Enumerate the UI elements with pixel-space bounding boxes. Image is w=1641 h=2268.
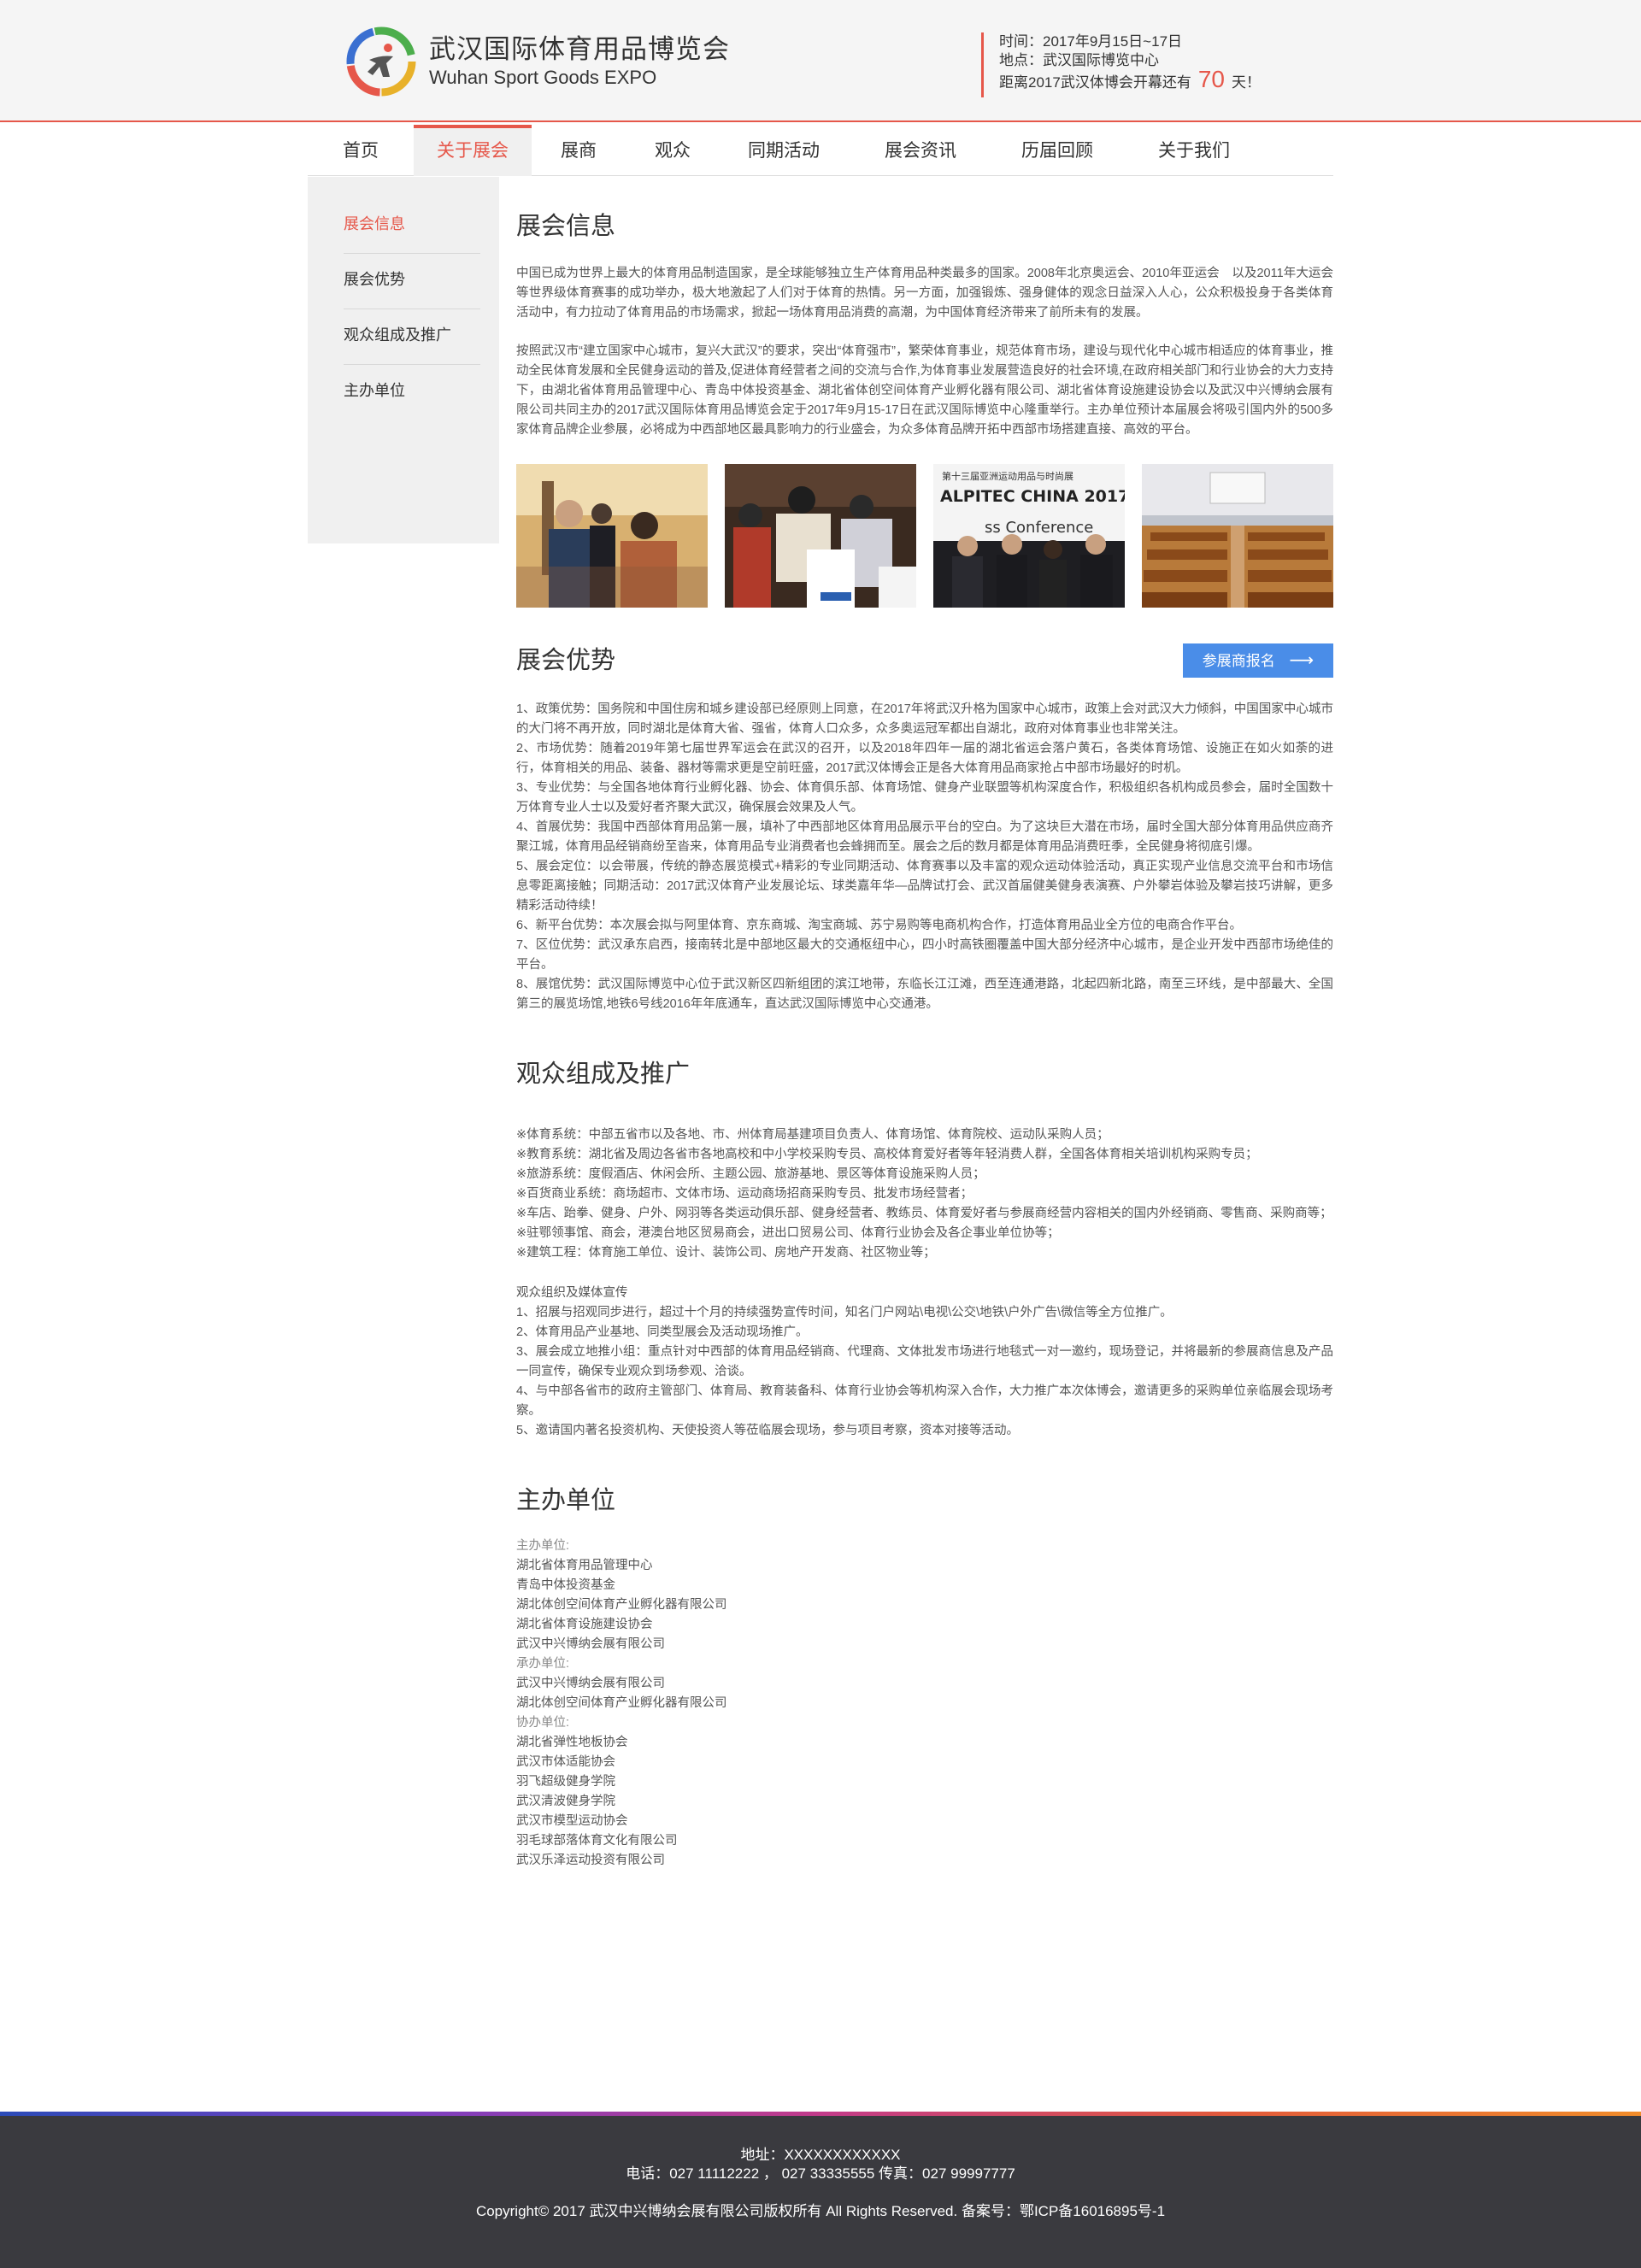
site-footer: 地址：XXXXXXXXXXXX 电话：027 11112222 ， 027 33… [0,2112,1641,2268]
nav-item-visitors[interactable]: 观众 [626,125,720,176]
advantage-item: 6、新平台优势：本次展会拟与阿里体育、京东商城、淘宝商城、苏宁易购等电商机构合作… [516,919,1243,932]
footer-phones: 电话：027 11112222 ， 027 33335555 传真：027 99… [626,2165,1015,2182]
sidebar-item-organizers[interactable]: 主办单位 [344,365,480,420]
nav-item-news[interactable]: 展会资讯 [848,125,993,176]
nav-item-about-us[interactable]: 关于我们 [1121,125,1267,176]
section-title-audience: 观众组成及推广 [516,1061,691,1088]
gallery-photo-2[interactable] [725,464,916,608]
organizers-list: 主办单位: 湖北省体育用品管理中心 青岛中体投资基金 湖北体创空间体育产业孵化器… [516,1536,1333,1871]
coorg-item: 武汉市模型运动协会 [516,1814,628,1828]
photo3-caption-2: ALPITEC CHINA 2017 [940,487,1125,506]
coorg-item: 武汉乐泽运动投资有限公司 [516,1854,665,1867]
promo-item: 2、体育用品产业基地、同类型展会及活动现场推广。 [516,1325,809,1339]
advantages-list: 1、政策优势：国务院和中国住房和城乡建设部已经原则上同意，在2017年将武汉升格… [516,700,1333,1014]
promo-item: 5、邀请国内著名投资机构、天使投资人等莅临展会现场，参与项目考察，资本对接等活动… [516,1424,1020,1437]
host-item: 湖北体创空间体育产业孵化器有限公司 [516,1598,727,1612]
advantage-item: 8、展馆优势：武汉国际博览中心位于武汉新区四新组团的滨江地带，东临长江江滩，西至… [516,978,1333,1011]
sidebar-item-expo-info[interactable]: 展会信息 [344,198,480,254]
coorg-label: 协办单位: [516,1716,570,1730]
logo-title-cn: 武汉国际体育用品博览会 [429,34,730,64]
coorg-item: 湖北省弹性地板协会 [516,1736,628,1749]
gallery-photo-1[interactable] [516,464,708,608]
audience-item: ※建筑工程：体育施工单位、设计、装饰公司、房地产开发商、社区物业等； [516,1246,936,1260]
host-item: 武汉中兴博纳会展有限公司 [516,1637,665,1651]
nav-item-history[interactable]: 历届回顾 [993,125,1121,176]
photo-gallery: 第十三届亚洲运动用品与时尚展 ALPITEC CHINA 2017 ss Con… [516,464,1333,608]
coorg-item: 武汉市体适能协会 [516,1755,615,1769]
logo-title-en: Wuhan Sport Goods EXPO [429,67,657,88]
promo-title: 观众组织及媒体宣传 [516,1286,628,1300]
audience-item: ※车店、跆拳、健身、户外、网羽等各类运动俱乐部、健身经营者、教练员、体育爱好者与… [516,1207,1332,1220]
promo-item: 1、招展与招观同步进行，超过十个月的持续强势宣传时间，知名门户网站\电视\公交\… [516,1306,1173,1319]
section-title-info: 展会信息 [516,213,616,240]
host-item: 湖北省体育用品管理中心 [516,1559,653,1572]
photo3-caption-3: ss Conference [985,519,1093,537]
event-time: 时间：2017年9月15日~17日 [999,33,1183,50]
sidebar-item-advantages[interactable]: 展会优势 [344,254,480,309]
nav-item-about-expo[interactable]: 关于展会 [414,125,532,176]
undertaker-item: 武汉中兴博纳会展有限公司 [516,1677,665,1690]
gallery-photo-4[interactable] [1142,464,1333,608]
audience-item: ※驻鄂领事馆、商会，港澳台地区贸易商会，进出口贸易公司、体育行业协会及各企事业单… [516,1226,1060,1240]
countdown-days: 70 [1197,66,1225,92]
logo-icon [345,26,417,97]
advantage-item: 2、市场优势：随着2019年第七届世界军运会在武汉的召开，以及2018年四年一届… [516,742,1333,775]
nav-item-home[interactable]: 首页 [308,125,414,176]
info-paragraph-2: 按照武汉市“建立国家中心城市，复兴大武汉”的要求，突出“体育强市”，繁荣体育事业… [516,344,1333,437]
promo-list: 1、招展与招观同步进行，超过十个月的持续强势宣传时间，知名门户网站\电视\公交\… [516,1303,1333,1441]
section-title-organizers: 主办单位 [516,1487,616,1514]
main-nav: 首页 关于展会 展商 观众 同期活动 展会资讯 历届回顾 关于我们 [308,125,1333,176]
host-item: 青岛中体投资基金 [516,1578,615,1592]
register-button-label: 参展商报名 [1202,653,1275,669]
audience-item: ※旅游系统：度假酒店、休闲会所、主题公园、旅游基地、景区等体育设施采购人员； [516,1167,985,1181]
audience-item: ※体育系统：中部五省市以及各地、市、州体育局基建项目负责人、体育场馆、体育院校、… [516,1128,1109,1142]
coorg-item: 羽飞超级健身学院 [516,1775,615,1789]
advantage-item: 1、政策优势：国务院和中国住房和城乡建设部已经原则上同意，在2017年将武汉升格… [516,702,1333,736]
nav-item-events[interactable]: 同期活动 [720,125,848,176]
event-countdown: 距离2017武汉体博会开幕还有 70 天！ [999,68,1261,92]
info-paragraph-1: 中国已成为世界上最大的体育用品制造国家，是全球能够独立生产体育用品种类最多的国家… [516,267,1333,320]
countdown-suffix: 天！ [1231,74,1261,91]
footer-copyright: Copyright© 2017 武汉中兴博纳会展有限公司版权所有 All Rig… [475,2203,1166,2219]
audience-list: ※体育系统：中部五省市以及各地、市、州体育局基建项目负责人、体育场馆、体育院校、… [516,1125,1333,1263]
host-item: 湖北省体育设施建设协会 [516,1618,653,1631]
nav-item-exhibitors[interactable]: 展商 [532,125,626,176]
coorg-item: 羽毛球部落体育文化有限公司 [516,1834,678,1848]
arrow-right-icon: ⟶ [1289,651,1315,670]
event-info: 时间：2017年9月15日~17日 地点：武汉国际博览中心 距离2017武汉体博… [981,32,1261,97]
countdown-prefix: 距离2017武汉体博会开幕还有 [999,74,1191,91]
host-label: 主办单位: [516,1539,570,1553]
gallery-photo-3[interactable]: 第十三届亚洲运动用品与时尚展 ALPITEC CHINA 2017 ss Con… [933,464,1125,608]
advantage-item: 5、展会定位：以会带展，传统的静态展览模式+精彩的专业同期活动、体育赛事以及丰富… [516,860,1333,913]
undertaker-item: 湖北体创空间体育产业孵化器有限公司 [516,1696,727,1710]
site-header: 武汉国际体育用品博览会 Wuhan Sport Goods EXPO 时间：20… [0,0,1641,122]
coorg-item: 武汉清波健身学院 [516,1795,615,1808]
advantage-item: 4、首展优势：我国中西部体育用品第一展，填补了中西部地区体育用品展示平台的空白。… [516,820,1333,854]
exhibitor-register-button[interactable]: 参展商报名 ⟶ [1183,643,1333,678]
undertake-label: 承办单位: [516,1657,570,1671]
photo3-caption-1: 第十三届亚洲运动用品与时尚展 [942,470,1073,482]
promo-item: 3、展会成立地推小组：重点针对中西部的体育用品经销商、代理商、文体批发市场进行地… [516,1345,1333,1378]
sidebar: 展会信息 展会优势 观众组成及推广 主办单位 [308,177,499,543]
audience-item: ※教育系统：湖北省及周边各省市各地高校和中小学校采购专员、高校体育爱好者等年轻消… [516,1148,1258,1161]
footer-gradient-bar [0,2112,1641,2116]
advantage-item: 7、区位优势：武汉承东启西，接南转北是中部地区最大的交通枢纽中心，四小时高铁圈覆… [516,938,1333,972]
promo-item: 4、与中部各省市的政府主管部门、体育局、教育装备科、体育行业协会等机构深入合作，… [516,1384,1333,1418]
site-logo[interactable]: 武汉国际体育用品博览会 Wuhan Sport Goods EXPO [345,26,730,97]
audience-item: ※百货商业系统：商场超市、文体市场、运动商场招商采购专员、批发市场经营者； [516,1187,973,1201]
footer-address: 地址：XXXXXXXXXXXX [740,2147,901,2163]
main-content: 展会信息 中国已成为世界上最大的体育用品制造国家，是全球能够独立生产体育用品种类… [516,209,1333,1871]
advantage-item: 3、专业优势：与全国各地体育行业孵化器、协会、体育俱乐部、体育场馆、健身产业联盟… [516,781,1333,814]
sidebar-item-audience[interactable]: 观众组成及推广 [344,309,480,365]
